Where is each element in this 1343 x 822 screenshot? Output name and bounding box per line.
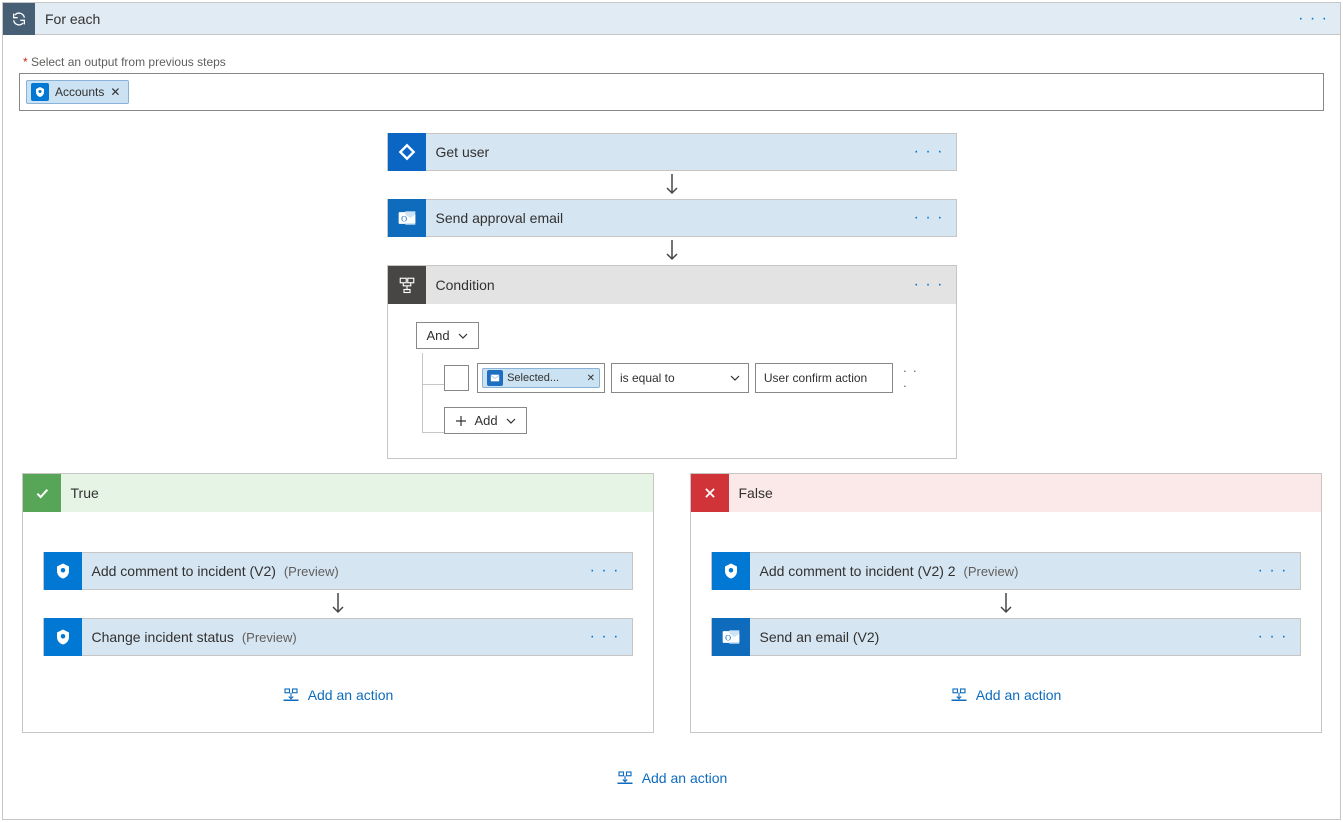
sentinel-icon xyxy=(44,618,82,656)
outlook-icon: O xyxy=(712,618,750,656)
pill-label: Accounts xyxy=(55,85,104,99)
tree-line xyxy=(422,373,444,433)
operator-label: is equal to xyxy=(620,371,675,385)
condition-body: And Selected... ✕ xyxy=(388,304,956,458)
condition-left-operand[interactable]: Selected... ✕ xyxy=(477,363,605,393)
false-label: False xyxy=(729,485,773,501)
for-each-header[interactable]: For each · · · xyxy=(3,3,1340,35)
add-action-label: Add an action xyxy=(308,687,394,703)
sentinel-icon xyxy=(44,552,82,590)
outlook-icon: O xyxy=(388,199,426,237)
add-action-button[interactable]: Add an action xyxy=(282,686,394,704)
remove-icon[interactable]: ✕ xyxy=(587,373,595,384)
check-icon xyxy=(23,474,61,512)
x-icon xyxy=(691,474,729,512)
add-action-label: Add an action xyxy=(976,687,1062,703)
more-icon[interactable]: · · · xyxy=(590,562,620,580)
svg-text:O: O xyxy=(725,633,731,642)
condition-title: Condition xyxy=(426,277,914,293)
arrow-connector xyxy=(999,590,1013,618)
condition-header[interactable]: Condition · · · xyxy=(388,266,956,304)
change-status-card[interactable]: Change incident status (Preview) · · · xyxy=(43,618,633,656)
send-approval-card[interactable]: O Send approval email · · · xyxy=(387,199,957,237)
condition-icon xyxy=(388,266,426,304)
card-title: Change incident status (Preview) xyxy=(82,629,590,645)
false-branch-header[interactable]: False xyxy=(691,474,1321,512)
more-icon[interactable]: · · · xyxy=(903,363,928,393)
insert-icon xyxy=(616,769,634,787)
add-label: Add xyxy=(475,413,498,428)
for-each-container: For each · · · Select an output from pre… xyxy=(2,2,1341,820)
send-approval-title: Send approval email xyxy=(426,210,914,226)
sentinel-icon xyxy=(712,552,750,590)
more-icon[interactable]: · · · xyxy=(914,276,944,294)
add-condition-button[interactable]: Add xyxy=(444,407,527,434)
more-icon[interactable]: · · · xyxy=(590,628,620,646)
svg-text:O: O xyxy=(401,214,407,223)
output-selector[interactable]: Accounts ✕ xyxy=(19,73,1324,111)
remove-icon[interactable]: ✕ xyxy=(110,85,120,99)
get-user-title: Get user xyxy=(426,144,914,160)
value-text: User confirm action xyxy=(764,371,867,385)
accounts-pill[interactable]: Accounts ✕ xyxy=(26,80,129,104)
add-action-button[interactable]: Add an action xyxy=(616,769,728,787)
sentinel-icon xyxy=(31,83,49,101)
add-comment-card[interactable]: Add comment to incident (V2) (Preview) ·… xyxy=(43,552,633,590)
insert-icon xyxy=(282,686,300,704)
plus-icon xyxy=(455,415,467,427)
flow-body: Get user · · · O Send approval email · ·… xyxy=(3,119,1340,807)
condition-branches: True Add comment to incident (V2) (Previ… xyxy=(22,473,1322,733)
more-icon[interactable]: · · · xyxy=(914,143,944,161)
more-icon[interactable]: · · · xyxy=(1258,628,1288,646)
false-body: Add comment to incident (V2) 2 (Preview)… xyxy=(691,512,1321,732)
condition-card: Condition · · · And xyxy=(387,265,957,459)
add-comment-2-card[interactable]: Add comment to incident (V2) 2 (Preview)… xyxy=(711,552,1301,590)
true-branch-header[interactable]: True xyxy=(23,474,653,512)
aad-icon xyxy=(388,133,426,171)
token-label: Selected... xyxy=(507,372,583,384)
group-op-label: And xyxy=(427,328,450,343)
card-title: Add comment to incident (V2) (Preview) xyxy=(82,563,590,579)
chevron-down-icon xyxy=(506,416,516,426)
more-icon[interactable]: · · · xyxy=(1298,10,1328,28)
more-icon[interactable]: · · · xyxy=(914,209,944,227)
for-each-title: For each xyxy=(35,11,1298,27)
outlook-icon xyxy=(487,370,503,386)
condition-value-input[interactable]: User confirm action xyxy=(755,363,893,393)
more-icon[interactable]: · · · xyxy=(1258,562,1288,580)
chevron-down-icon xyxy=(458,331,468,341)
card-title: Send an email (V2) xyxy=(750,629,1258,645)
loop-icon xyxy=(3,3,35,35)
operator-dropdown[interactable]: is equal to xyxy=(611,363,749,393)
arrow-connector xyxy=(665,237,679,265)
arrow-connector xyxy=(331,590,345,618)
get-user-card[interactable]: Get user · · · xyxy=(387,133,957,171)
add-action-label: Add an action xyxy=(642,770,728,786)
condition-row: Selected... ✕ is equal to User confirm a… xyxy=(416,363,928,393)
send-email-card[interactable]: O Send an email (V2) · · · xyxy=(711,618,1301,656)
true-branch: True Add comment to incident (V2) (Previ… xyxy=(22,473,654,733)
false-branch: False Add comment to incident (V2) 2 (Pr… xyxy=(690,473,1322,733)
group-operator-dropdown[interactable]: And xyxy=(416,322,479,349)
row-checkbox[interactable] xyxy=(444,365,470,391)
card-title: Add comment to incident (V2) 2 (Preview) xyxy=(750,563,1258,579)
add-action-button[interactable]: Add an action xyxy=(950,686,1062,704)
bottom-add-container: Add an action xyxy=(616,769,728,787)
arrow-connector xyxy=(665,171,679,199)
true-label: True xyxy=(61,485,99,501)
true-body: Add comment to incident (V2) (Preview) ·… xyxy=(23,512,653,732)
output-label: Select an output from previous steps xyxy=(23,55,1340,69)
insert-icon xyxy=(950,686,968,704)
chevron-down-icon xyxy=(730,373,740,383)
